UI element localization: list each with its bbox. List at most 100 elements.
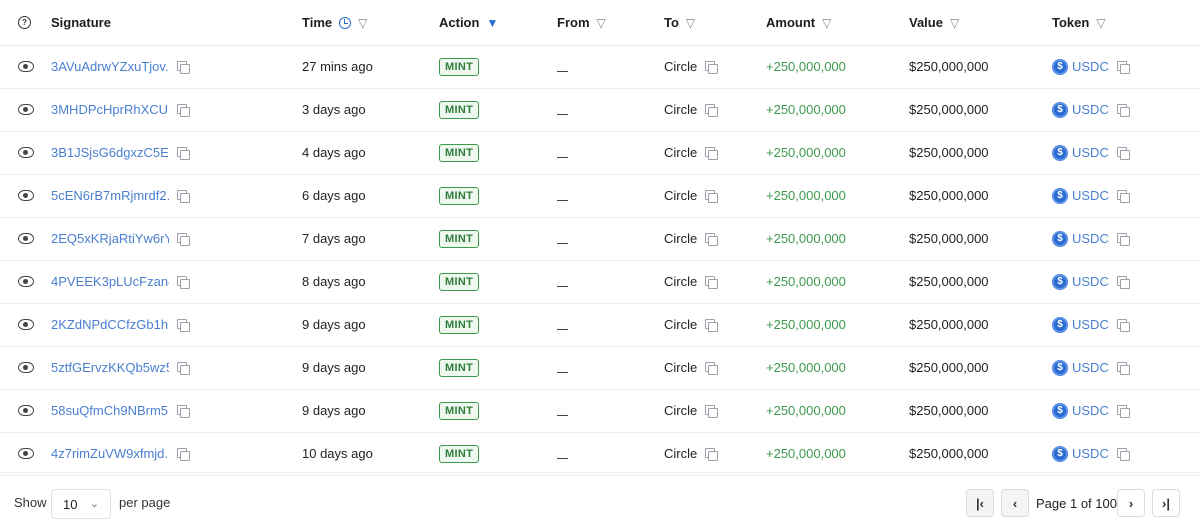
copy-icon[interactable]	[177, 146, 190, 160]
header-value[interactable]: Value ▽	[909, 0, 959, 45]
token-link[interactable]: USDC	[1072, 59, 1109, 74]
eye-icon[interactable]	[18, 233, 34, 244]
token-link[interactable]: USDC	[1072, 446, 1109, 461]
copy-icon[interactable]	[705, 146, 719, 160]
copy-icon[interactable]	[705, 361, 719, 375]
signature-link[interactable]: 2EQ5xKRjaRtiYw6rY...	[51, 231, 169, 246]
eye-icon[interactable]	[18, 405, 34, 416]
signature-link[interactable]: 4PVEEK3pLUcFzan4...	[51, 274, 169, 289]
page-size-select[interactable]: 10 ⌄	[51, 489, 111, 519]
view-button[interactable]	[18, 346, 34, 389]
signature-link[interactable]: 5ztfGErvzKKQb5wz5...	[51, 360, 169, 375]
signature-link[interactable]: 58suQfmCh9NBrm5...	[51, 403, 169, 418]
copy-icon[interactable]	[177, 447, 190, 461]
usdc-coin-icon: $	[1052, 273, 1068, 290]
token-link[interactable]: USDC	[1072, 274, 1109, 289]
copy-icon[interactable]	[1116, 361, 1130, 375]
funnel-icon[interactable]: ▽	[950, 16, 959, 30]
copy-icon[interactable]	[705, 103, 719, 117]
copy-icon[interactable]	[1116, 146, 1130, 160]
copy-icon[interactable]	[1116, 275, 1130, 289]
copy-icon[interactable]	[177, 275, 190, 289]
eye-icon[interactable]	[18, 104, 34, 115]
table-row: 2EQ5xKRjaRtiYw6rY... 7 days ago MINT Cir…	[0, 217, 1200, 261]
view-button[interactable]	[18, 260, 34, 303]
eye-icon[interactable]	[18, 362, 34, 373]
copy-icon[interactable]	[1116, 447, 1130, 461]
copy-icon[interactable]	[705, 232, 719, 246]
header-token[interactable]: Token ▽	[1052, 0, 1106, 45]
from-cell	[557, 260, 568, 303]
token-link[interactable]: USDC	[1072, 188, 1109, 203]
copy-icon[interactable]	[705, 447, 719, 461]
header-from[interactable]: From ▽	[557, 0, 606, 45]
first-page-button[interactable]: |‹	[966, 489, 994, 517]
copy-icon[interactable]	[177, 318, 190, 332]
eye-icon[interactable]	[18, 61, 34, 72]
view-button[interactable]	[18, 303, 34, 346]
copy-icon[interactable]	[177, 361, 190, 375]
last-page-button[interactable]: ›|	[1152, 489, 1180, 517]
clock-icon[interactable]	[339, 16, 352, 29]
funnel-icon[interactable]: ▽	[822, 16, 831, 30]
funnel-icon[interactable]: ▽	[358, 16, 367, 30]
view-button[interactable]	[18, 174, 34, 217]
copy-icon[interactable]	[705, 60, 719, 74]
copy-icon[interactable]	[705, 275, 719, 289]
eye-icon[interactable]	[18, 319, 34, 330]
eye-icon[interactable]	[18, 276, 34, 287]
eye-icon[interactable]	[18, 190, 34, 201]
copy-icon[interactable]	[1116, 404, 1130, 418]
header-time[interactable]: Time ▽	[302, 0, 367, 45]
view-button[interactable]	[18, 389, 34, 432]
eye-icon[interactable]	[18, 147, 34, 158]
copy-icon[interactable]	[1116, 189, 1130, 203]
from-cell	[557, 131, 568, 174]
signature-link[interactable]: 3MHDPcHprRhXCU...	[51, 102, 169, 117]
view-button[interactable]	[18, 88, 34, 131]
signature-link[interactable]: 3AVuAdrwYZxuTjov...	[51, 59, 169, 74]
view-button[interactable]	[18, 131, 34, 174]
usdc-coin-icon: $	[1052, 316, 1068, 333]
signature-link[interactable]: 3B1JSjsG6dgxzC5E...	[51, 145, 169, 160]
amount-cell: +250,000,000	[766, 346, 846, 389]
token-link[interactable]: USDC	[1072, 145, 1109, 160]
token-link[interactable]: USDC	[1072, 231, 1109, 246]
funnel-icon[interactable]: ▼	[486, 16, 498, 30]
time-text: 3 days ago	[302, 102, 366, 117]
help-icon[interactable]: ?	[18, 0, 31, 45]
token-cell: $ USDC	[1052, 174, 1130, 217]
signature-link[interactable]: 4z7rimZuVW9xfmjd...	[51, 446, 169, 461]
copy-icon[interactable]	[177, 404, 190, 418]
view-button[interactable]	[18, 217, 34, 260]
token-link[interactable]: USDC	[1072, 317, 1109, 332]
signature-link[interactable]: 2KZdNPdCCfzGb1h...	[51, 317, 169, 332]
copy-icon[interactable]	[177, 60, 190, 74]
header-amount[interactable]: Amount ▽	[766, 0, 831, 45]
copy-icon[interactable]	[1116, 232, 1130, 246]
signature-cell: 2EQ5xKRjaRtiYw6rY...	[51, 217, 190, 260]
funnel-icon[interactable]: ▽	[597, 16, 606, 30]
prev-page-button[interactable]: ‹	[1001, 489, 1029, 517]
token-link[interactable]: USDC	[1072, 360, 1109, 375]
copy-icon[interactable]	[177, 189, 190, 203]
header-to[interactable]: To ▽	[664, 0, 695, 45]
copy-icon[interactable]	[705, 318, 719, 332]
token-link[interactable]: USDC	[1072, 102, 1109, 117]
eye-icon[interactable]	[18, 448, 34, 459]
funnel-icon[interactable]: ▽	[1096, 16, 1105, 30]
copy-icon[interactable]	[1116, 318, 1130, 332]
header-action[interactable]: Action ▼	[439, 0, 498, 45]
token-link[interactable]: USDC	[1072, 403, 1109, 418]
funnel-icon[interactable]: ▽	[686, 16, 695, 30]
signature-link[interactable]: 5cEN6rB7mRjmrdf2...	[51, 188, 169, 203]
view-button[interactable]	[18, 432, 34, 475]
next-page-button[interactable]: ›	[1117, 489, 1145, 517]
copy-icon[interactable]	[1116, 60, 1130, 74]
copy-icon[interactable]	[705, 404, 719, 418]
copy-icon[interactable]	[177, 103, 190, 117]
copy-icon[interactable]	[177, 232, 190, 246]
copy-icon[interactable]	[705, 189, 719, 203]
view-button[interactable]	[18, 45, 34, 88]
copy-icon[interactable]	[1116, 103, 1130, 117]
